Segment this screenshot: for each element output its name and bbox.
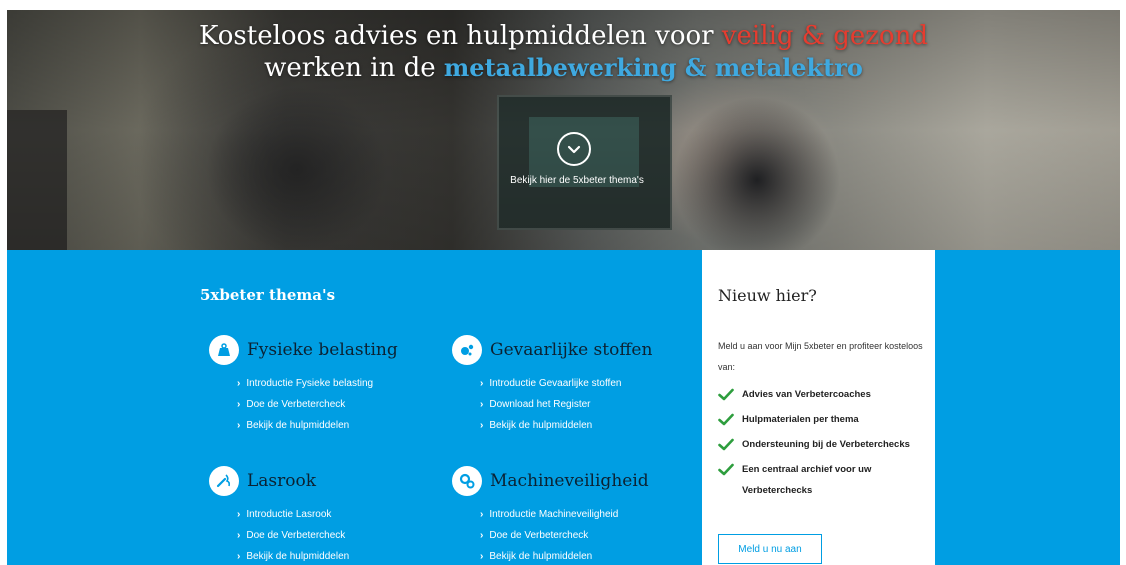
theme-links: › Introductie Fysieke belasting › Doe de V… bbox=[209, 373, 439, 436]
theme-header[interactable]: Machineveiligheid bbox=[452, 466, 682, 496]
theme-link[interactable]: › Doe de Verbetercheck bbox=[480, 525, 682, 546]
chevron-right-icon: › bbox=[480, 420, 484, 431]
hero-title-line1-plain: Kosteloos advies en hulpmiddelen voor bbox=[199, 21, 722, 51]
theme-links: › Introductie Machineveiligheid › Doe de V… bbox=[452, 504, 682, 565]
theme-link-label: Doe de Verbetercheck bbox=[246, 399, 346, 410]
theme-link[interactable]: › Bekijk de hulpmiddelen bbox=[237, 546, 439, 565]
chevron-right-icon: › bbox=[237, 509, 241, 520]
theme-links: › Introductie Lasrook › Doe de Verbeterche… bbox=[209, 504, 439, 565]
theme-link[interactable]: › Bekijk de hulpmiddelen bbox=[480, 546, 682, 565]
hero-title-line2-plain: werken in de bbox=[264, 53, 444, 83]
theme-link-label: Bekijk de hulpmiddelen bbox=[246, 551, 350, 562]
benefit-item: Ondersteuning bij de Verbeterchecks bbox=[718, 434, 928, 459]
benefit-item: Een centraal archief voor uw Verbeterche… bbox=[718, 459, 928, 501]
theme-link-label: Doe de Verbetercheck bbox=[246, 530, 346, 541]
theme-title[interactable]: Gevaarlijke stoffen bbox=[490, 340, 652, 360]
theme-title[interactable]: Lasrook bbox=[247, 471, 316, 491]
benefit-item: Advies van Verbetercoaches bbox=[718, 384, 928, 409]
theme-link[interactable]: › Download het Register bbox=[480, 394, 682, 415]
benefit-item: Hulpmaterialen per thema bbox=[718, 409, 928, 434]
chevron-right-icon: › bbox=[480, 509, 484, 520]
hero-title-highlight-blue: metaalbewerking & metalektro bbox=[443, 53, 863, 82]
theme-fysieke-belasting: Fysieke belasting › Introductie Fysieke b… bbox=[209, 335, 439, 436]
benefit-label: Hulpmaterialen per thema bbox=[742, 414, 859, 425]
chevron-right-icon: › bbox=[480, 551, 484, 562]
theme-gevaarlijke-stoffen: Gevaarlijke stoffen › Introductie Gevaarl… bbox=[452, 335, 682, 436]
theme-link[interactable]: › Doe de Verbetercheck bbox=[237, 394, 439, 415]
chevron-down-icon bbox=[567, 145, 581, 154]
theme-link[interactable]: › Introductie Lasrook bbox=[237, 504, 439, 525]
scroll-down-button[interactable] bbox=[557, 132, 591, 166]
benefit-label: Advies van Verbetercoaches bbox=[742, 389, 871, 400]
theme-link-label: Introductie Machineveiligheid bbox=[489, 509, 619, 520]
chevron-right-icon: › bbox=[237, 551, 241, 562]
chevron-right-icon: › bbox=[480, 399, 484, 410]
theme-link-label: Bekijk de hulpmiddelen bbox=[489, 420, 593, 431]
theme-link-label: Doe de Verbetercheck bbox=[489, 530, 589, 541]
chevron-right-icon: › bbox=[237, 420, 241, 431]
chevron-right-icon: › bbox=[480, 530, 484, 541]
theme-link-label: Download het Register bbox=[489, 399, 591, 410]
signup-card-intro: Meld u aan voor Mijn 5xbeter en profitee… bbox=[718, 341, 923, 372]
hero-banner: Kosteloos advies en hulpmiddelen voor ve… bbox=[7, 10, 1120, 250]
theme-title[interactable]: Fysieke belasting bbox=[247, 340, 398, 360]
checkmark-icon bbox=[718, 413, 736, 434]
theme-link-label: Introductie Lasrook bbox=[246, 509, 332, 520]
theme-header[interactable]: Gevaarlijke stoffen bbox=[452, 335, 682, 365]
theme-link[interactable]: › Bekijk de hulpmiddelen bbox=[237, 415, 439, 436]
chemical-icon bbox=[452, 335, 482, 365]
benefit-label: Ondersteuning bij de Verbeterchecks bbox=[742, 439, 910, 450]
welding-icon bbox=[209, 466, 239, 496]
checkmark-icon bbox=[718, 388, 736, 409]
gears-icon bbox=[452, 466, 482, 496]
theme-link[interactable]: › Introductie Gevaarlijke stoffen bbox=[480, 373, 682, 394]
benefit-label: Een centraal archief voor uw Verbeterche… bbox=[742, 464, 872, 496]
chevron-right-icon: › bbox=[237, 399, 241, 410]
theme-link[interactable]: › Doe de Verbetercheck bbox=[237, 525, 439, 546]
signup-card: Nieuw hier? Meld u aan voor Mijn 5xbeter… bbox=[702, 250, 935, 565]
chevron-right-icon: › bbox=[237, 378, 241, 389]
hero-title: Kosteloos advies en hulpmiddelen voor ve… bbox=[7, 20, 1120, 84]
hero-title-highlight-red: veilig & gezond bbox=[721, 21, 928, 51]
scroll-down-label[interactable]: Bekijk hier de 5xbeter thema's bbox=[477, 175, 677, 186]
theme-title[interactable]: Machineveiligheid bbox=[490, 471, 649, 491]
theme-link-label: Bekijk de hulpmiddelen bbox=[489, 551, 593, 562]
checkmark-icon bbox=[718, 438, 736, 459]
theme-machineveiligheid: Machineveiligheid › Introductie Machineve… bbox=[452, 466, 682, 565]
signup-button[interactable]: Meld u nu aan bbox=[718, 534, 822, 564]
themes-heading: 5xbeter thema's bbox=[200, 286, 336, 304]
theme-link-label: Introductie Fysieke belasting bbox=[246, 378, 374, 389]
theme-link-label: Bekijk de hulpmiddelen bbox=[246, 420, 350, 431]
signup-card-title: Nieuw hier? bbox=[718, 286, 817, 305]
hero-title-line2: werken in de metaalbewerking & metalektr… bbox=[7, 52, 1120, 84]
theme-link-label: Introductie Gevaarlijke stoffen bbox=[489, 378, 622, 389]
theme-link[interactable]: › Introductie Fysieke belasting bbox=[237, 373, 439, 394]
theme-links: › Introductie Gevaarlijke stoffen › Downlo… bbox=[452, 373, 682, 436]
hero-title-line1: Kosteloos advies en hulpmiddelen voor ve… bbox=[7, 20, 1120, 52]
theme-header[interactable]: Fysieke belasting bbox=[209, 335, 439, 365]
checkmark-icon bbox=[718, 463, 736, 484]
benefits-list: Advies van Verbetercoaches Hulpmateriale… bbox=[718, 384, 928, 501]
weight-icon bbox=[209, 335, 239, 365]
theme-header[interactable]: Lasrook bbox=[209, 466, 439, 496]
theme-link[interactable]: › Introductie Machineveiligheid bbox=[480, 504, 682, 525]
chevron-right-icon: › bbox=[480, 378, 484, 389]
theme-link[interactable]: › Bekijk de hulpmiddelen bbox=[480, 415, 682, 436]
chevron-right-icon: › bbox=[237, 530, 241, 541]
theme-lasrook: Lasrook › Introductie Lasrook › Doe de Ver… bbox=[209, 466, 439, 565]
